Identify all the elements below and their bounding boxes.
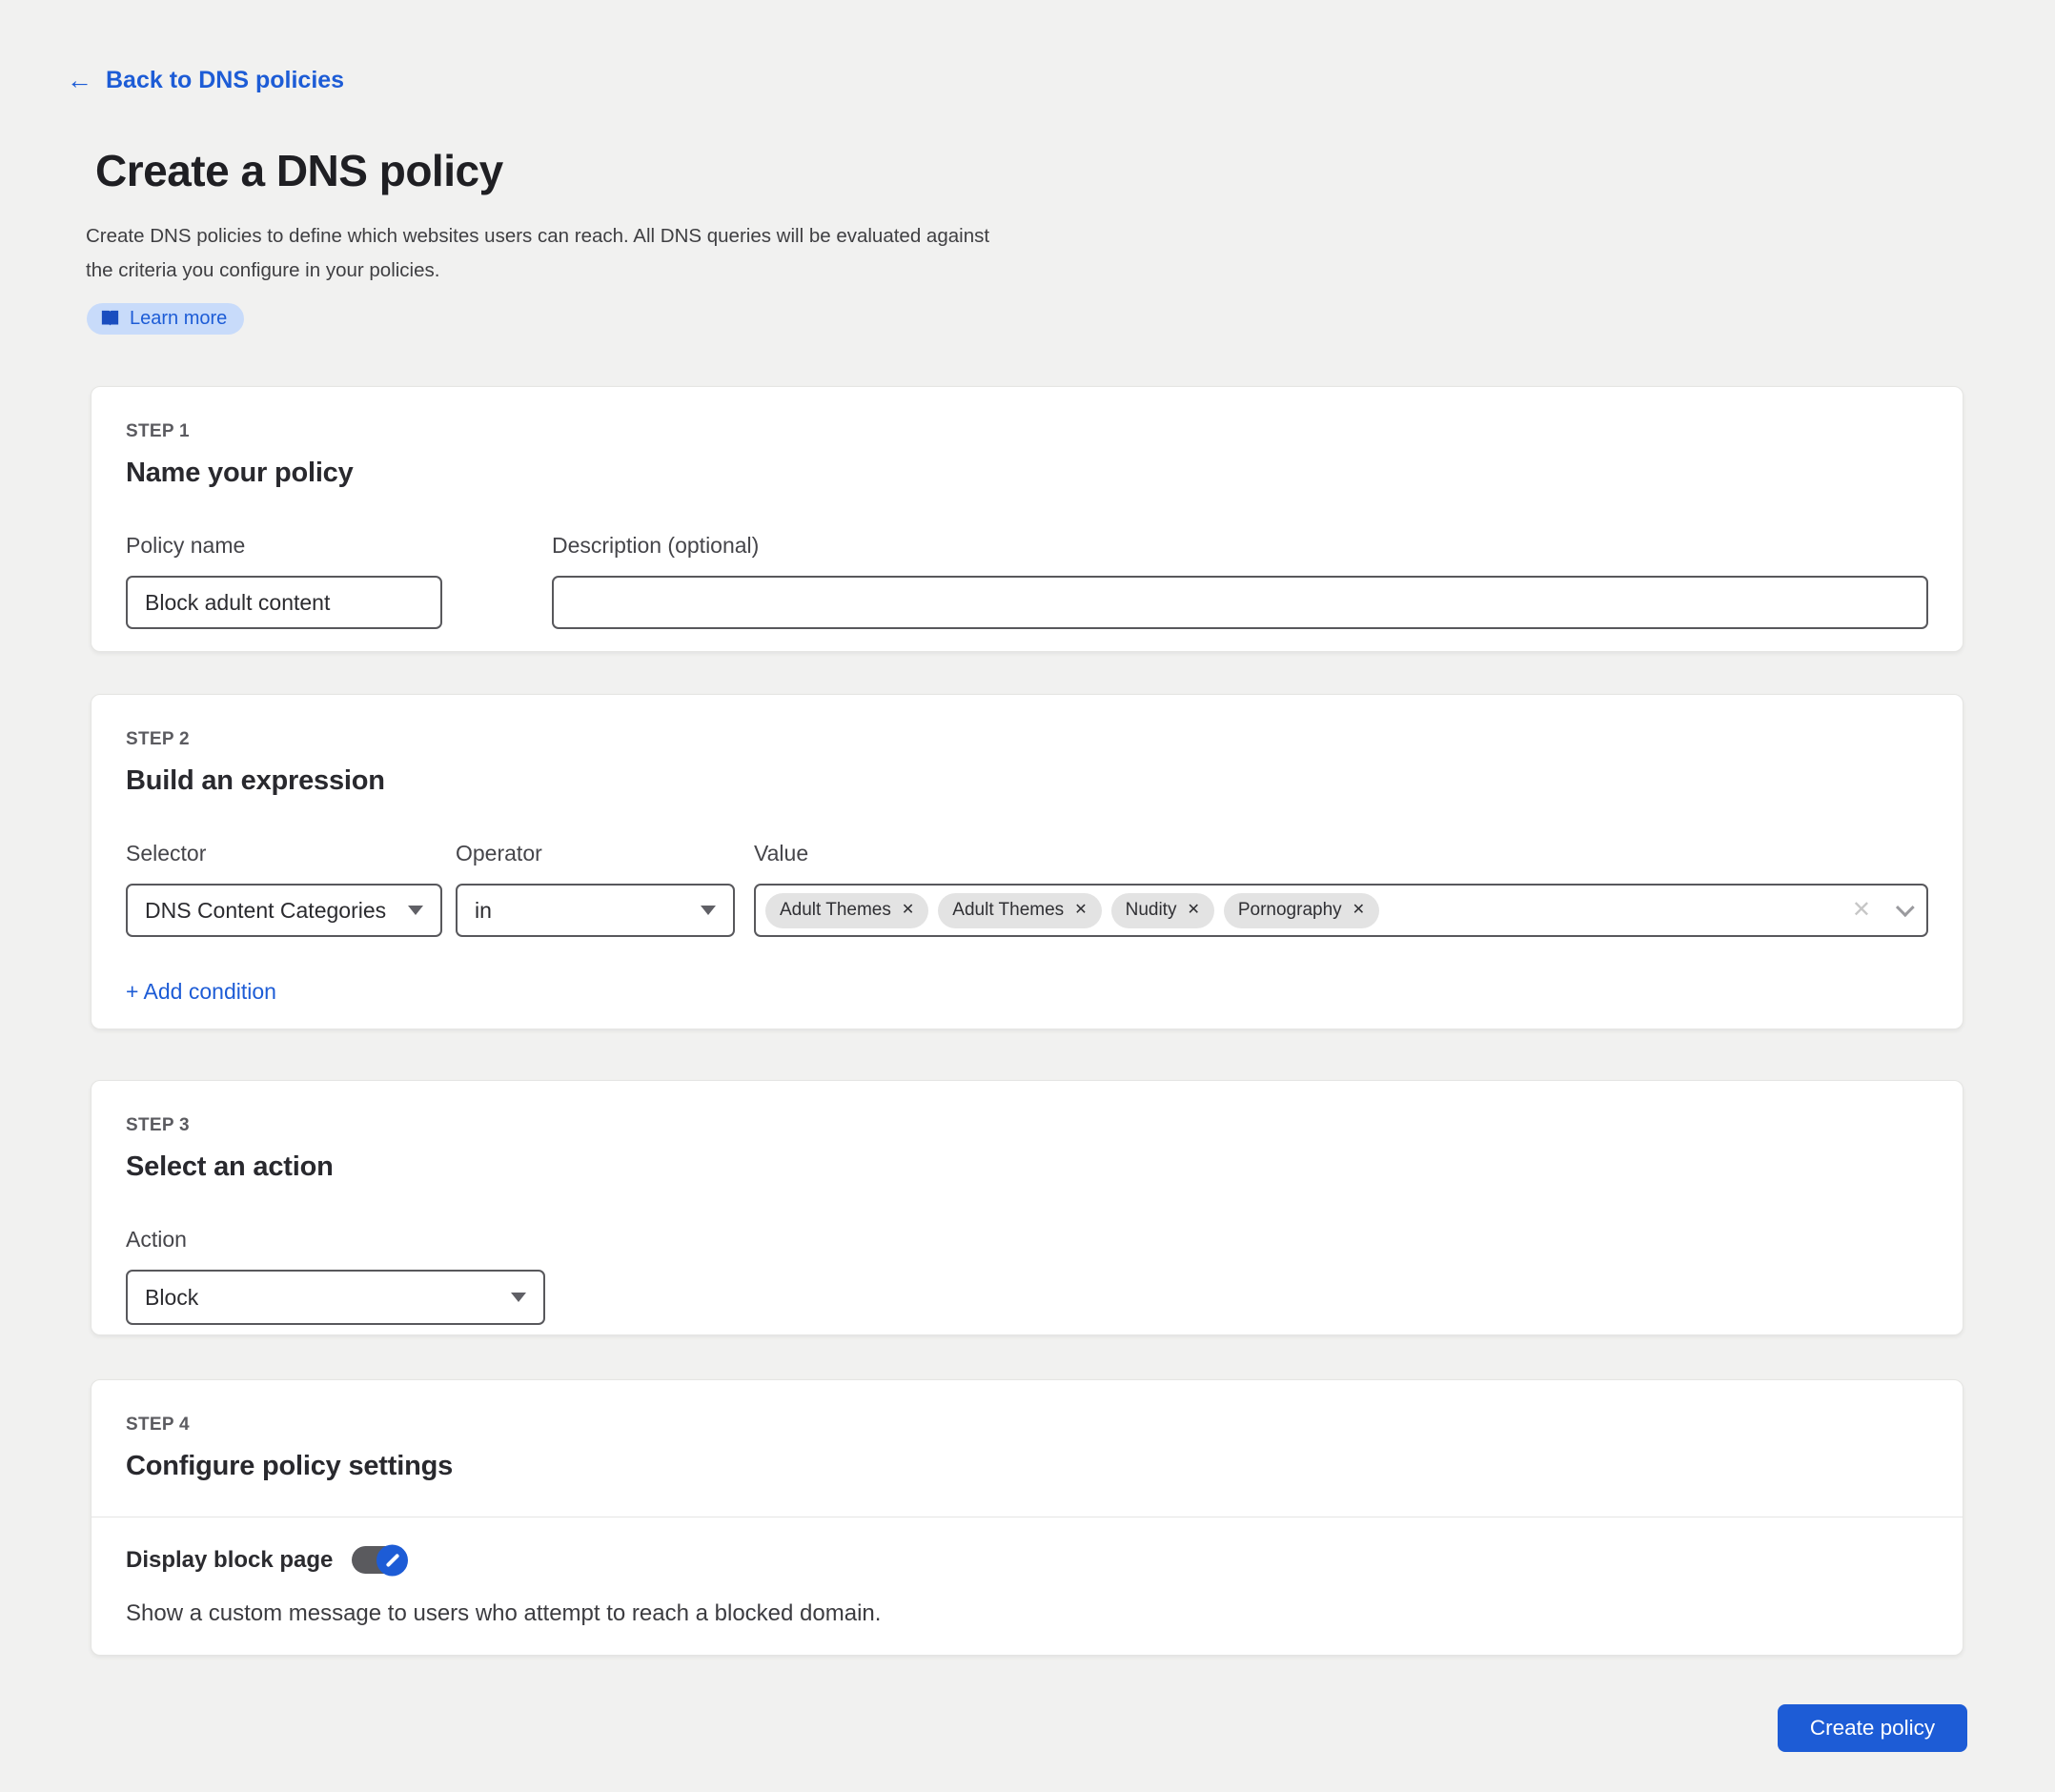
operator-label: Operator (456, 841, 735, 866)
value-label: Value (754, 841, 1928, 866)
back-to-dns-policies-link[interactable]: ← Back to DNS policies (67, 67, 344, 94)
tag-label: Adult Themes (780, 900, 891, 921)
step1-label: STEP 1 (126, 421, 1928, 442)
create-dns-policy-page: ← Back to DNS policies Create a DNS poli… (0, 0, 2055, 1792)
action-label: Action (126, 1227, 545, 1252)
value-tag: Adult Themes ✕ (938, 893, 1101, 928)
step3-title: Select an action (126, 1151, 1928, 1183)
display-block-page-toggle[interactable] (352, 1546, 405, 1574)
page-title: Create a DNS policy (95, 145, 503, 196)
action-value: Block (145, 1285, 198, 1311)
step2-card: STEP 2 Build an expression Selector DNS … (91, 694, 1963, 1029)
step3-card: STEP 3 Select an action Action Block (91, 1080, 1963, 1335)
chevron-down-icon (408, 906, 423, 915)
back-link-label: Back to DNS policies (106, 67, 344, 94)
description-input[interactable] (552, 576, 1928, 629)
toggle-description: Show a custom message to users who attem… (126, 1600, 1928, 1627)
create-policy-button[interactable]: Create policy (1778, 1704, 1967, 1752)
value-tag: Nudity ✕ (1111, 893, 1214, 928)
step1-card: STEP 1 Name your policy Policy name Desc… (91, 386, 1963, 652)
remove-tag-icon[interactable]: ✕ (1353, 903, 1365, 918)
value-tags: Adult Themes ✕ Adult Themes ✕ Nudity ✕ (765, 893, 1852, 928)
toggle-knob (376, 1544, 408, 1576)
selector-value: DNS Content Categories (145, 898, 386, 924)
policy-name-label: Policy name (126, 533, 442, 559)
value-tag: Pornography ✕ (1224, 893, 1379, 928)
tag-label: Pornography (1238, 900, 1342, 921)
policy-name-input[interactable] (126, 576, 442, 629)
clear-all-icon[interactable]: ✕ (1852, 899, 1871, 922)
tag-label: Nudity (1126, 900, 1177, 921)
learn-more-button[interactable]: Learn more (87, 303, 244, 335)
chevron-down-icon (511, 1293, 526, 1302)
page-intro: Create DNS policies to define which webs… (86, 219, 1001, 288)
remove-tag-icon[interactable]: ✕ (1074, 903, 1087, 918)
chevron-down-icon (701, 906, 716, 915)
tag-label: Adult Themes (952, 900, 1064, 921)
add-condition-link[interactable]: + Add condition (126, 979, 276, 1005)
value-multiselect[interactable]: Adult Themes ✕ Adult Themes ✕ Nudity ✕ (754, 884, 1928, 937)
step4-title: Configure policy settings (126, 1451, 1928, 1482)
step2-label: STEP 2 (126, 729, 1928, 750)
display-block-page-label: Display block page (126, 1547, 333, 1574)
learn-more-label: Learn more (130, 308, 227, 330)
description-label: Description (optional) (552, 533, 1928, 559)
toggle-state-icon (385, 1553, 399, 1567)
selector-dropdown[interactable]: DNS Content Categories (126, 884, 442, 937)
step4-label: STEP 4 (126, 1415, 1928, 1436)
action-dropdown[interactable]: Block (126, 1270, 545, 1325)
step4-card: STEP 4 Configure policy settings Display… (91, 1379, 1963, 1656)
remove-tag-icon[interactable]: ✕ (902, 903, 914, 918)
chevron-down-icon[interactable] (1896, 898, 1915, 917)
step3-label: STEP 3 (126, 1115, 1928, 1136)
back-arrow-icon: ← (67, 68, 92, 93)
remove-tag-icon[interactable]: ✕ (1187, 903, 1199, 918)
book-icon (100, 310, 120, 328)
step1-title: Name your policy (126, 458, 1928, 489)
operator-dropdown[interactable]: in (456, 884, 735, 937)
step2-title: Build an expression (126, 765, 1928, 797)
operator-value: in (475, 898, 492, 924)
value-tag: Adult Themes ✕ (765, 893, 928, 928)
selector-label: Selector (126, 841, 442, 866)
